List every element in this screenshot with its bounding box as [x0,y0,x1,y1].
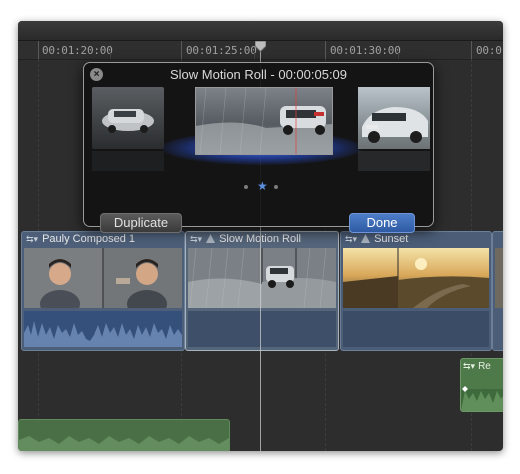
star-icon[interactable]: ★ [257,179,268,193]
ruler-label: 00:0 [476,44,502,57]
clip-name: Pauly Composed 1 [42,233,136,245]
ruler-tick-line [471,41,472,59]
clip-options-icon[interactable]: ⇆▾ [463,361,475,371]
clip-video-filmstrip [343,248,489,308]
clip-options-icon[interactable]: ⇆▾ [345,232,357,246]
clip-video-filmstrip [188,248,336,308]
clip-video-filmstrip [495,248,503,308]
connected-audio-clip[interactable]: ⇆▾ Re [460,358,503,412]
clip-options-icon[interactable]: ⇆▾ [26,232,38,246]
audition-icon [206,234,216,243]
audition-icon [361,234,371,243]
clip-name: Re [478,361,491,372]
ruler-label: 00:01:25:00 [186,44,257,57]
ruler-minor-tick [254,53,255,59]
clip-audio-empty [188,311,336,347]
timeline-clip-selected[interactable]: ⇆▾ Slow Motion Roll [185,231,339,351]
playhead-icon[interactable] [255,41,266,52]
thumbnail-reflection [358,151,430,171]
audio-waveform [19,420,229,451]
page-dot[interactable] [244,185,248,189]
thumbnail-reflection [92,151,164,171]
clip-header: ⇆▾ Re [463,361,491,372]
audition-popover: × Slow Motion Roll - 00:00:05:09 ★ Dupli… [83,62,434,233]
popover-title: Slow Motion Roll - 00:00:05:09 [169,67,348,82]
clip-audio-empty [343,311,489,347]
timeline-clip[interactable]: ⇆▾ Sunset [340,231,492,351]
clip-video-filmstrip [24,248,182,308]
ruler-tick-line [325,41,326,59]
audition-thumbnail-selected[interactable] [195,87,333,155]
clip-header: ⇆▾ Pauly Composed 1 [22,232,184,246]
ruler-tick-line [38,41,39,59]
audition-thumbnail-right[interactable] [358,87,430,149]
timeline-window: 00:01:20:00 00:01:25:00 00:01:30:00 00:0… [18,21,503,451]
timeline-clip[interactable] [492,231,503,351]
clip-audio-waveform [24,311,182,347]
audio-clip[interactable] [18,419,230,451]
clip-options-icon[interactable]: ⇆▾ [190,232,202,246]
ruler-label: 00:01:20:00 [42,44,113,57]
audition-thumbnail-left[interactable] [92,87,164,149]
ruler-minor-tick [110,53,111,59]
clip-header: ⇆▾ Slow Motion Roll [186,232,338,246]
ruler-minor-tick [398,53,399,59]
clip-name: Sunset [374,233,409,245]
done-button[interactable]: Done [349,213,415,233]
page-dot[interactable] [274,185,278,189]
clip-header [493,232,503,246]
duplicate-button[interactable]: Duplicate [100,213,182,233]
ruler-label: 00:01:30:00 [330,44,401,57]
clip-header: ⇆▾ Sunset [341,232,491,246]
toolbar [18,21,503,41]
timeline-clip[interactable]: ⇆▾ Pauly Composed 1 [21,231,185,351]
audition-page-indicator: ★ [244,179,284,193]
audio-waveform [461,386,503,411]
ruler-tick-line [181,41,182,59]
